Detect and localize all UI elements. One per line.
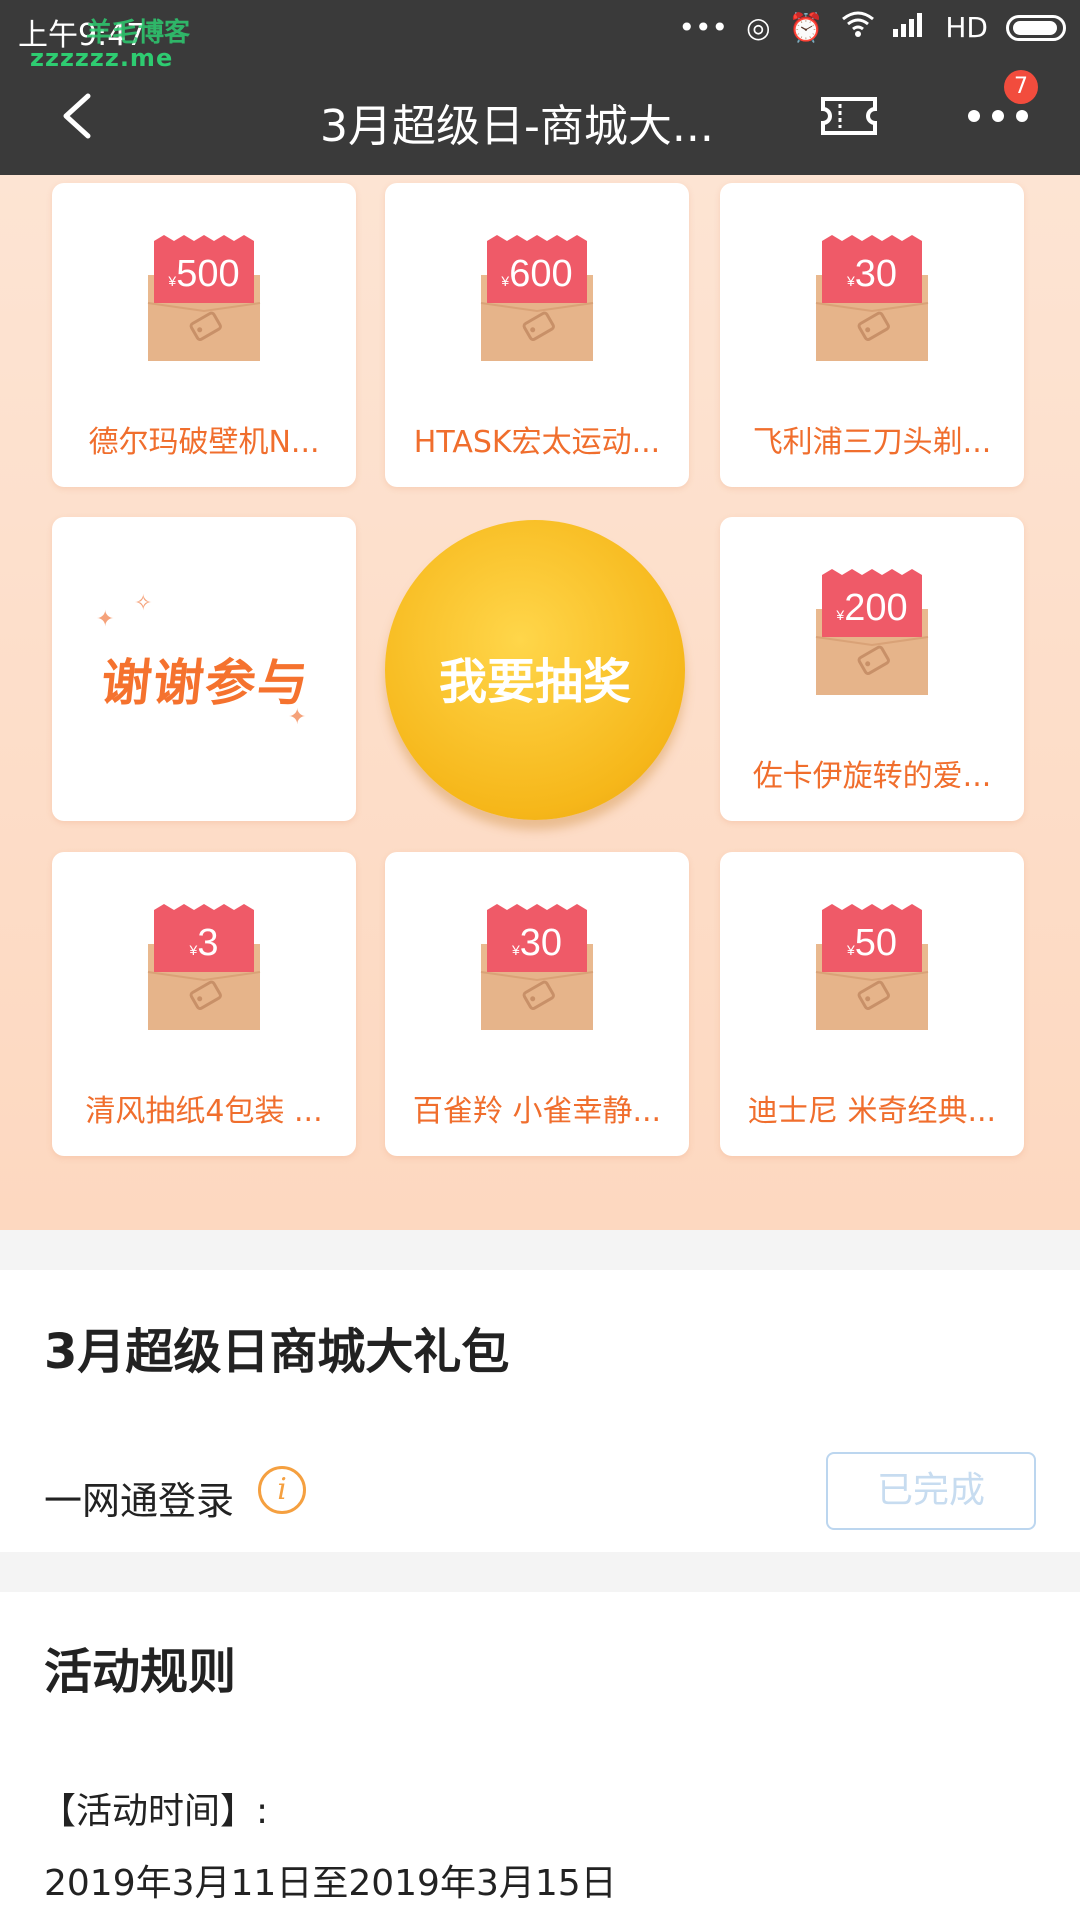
prize-label: 迪士尼 米奇经典... (747, 1094, 997, 1129)
prize-label: 百雀羚 小雀幸静... (412, 1094, 662, 1129)
red-envelope-icon: ¥30 (802, 233, 942, 373)
app-bar: 3月超级日-商城大... 7 (0, 58, 1080, 175)
prize-cell: ¥500 德尔玛破壁机N... (52, 183, 356, 487)
red-envelope-icon: ¥50 (802, 902, 942, 1042)
section-divider (0, 1552, 1080, 1592)
chevron-left-icon (63, 93, 91, 139)
prize-cell: ¥30 飞利浦三刀头剃... (720, 183, 1024, 487)
prize-amount: ¥3 (154, 922, 254, 965)
thanks-cell: ✦ ✧ 谢谢参与 ✦ (52, 517, 356, 821)
section-divider (0, 1230, 1080, 1270)
prize-amount: ¥30 (487, 922, 587, 965)
prize-label: 德尔玛破壁机N... (88, 425, 320, 460)
currency-symbol: ¥ (511, 942, 520, 958)
currency-symbol: ¥ (846, 942, 855, 958)
ticket-icon (821, 97, 877, 135)
currency-symbol: ¥ (846, 273, 855, 289)
prize-amount: ¥600 (487, 253, 587, 296)
alarm-icon: ⏰ (788, 11, 824, 44)
prize-cell: ¥600 HTASK宏太运动... (385, 183, 689, 487)
battery-icon (1006, 15, 1066, 41)
more-dots-icon: ••• (678, 11, 729, 44)
draw-button-label: 我要抽奖 (438, 654, 631, 710)
prize-cell: ¥200 佐卡伊旋转的爱... (720, 517, 1024, 821)
sparkle-icon: ✦ (288, 705, 307, 730)
status-icons: ••• ◎ ⏰ HD (679, 10, 1066, 46)
status-bar: 上午9:47 羊毛博客 zzzzzz.me ••• ◎ ⏰ HD (0, 0, 1080, 72)
prize-amount-value: 30 (519, 922, 563, 964)
notification-badge: 7 (1004, 70, 1038, 104)
task-status-button[interactable]: 已完成 (826, 1452, 1036, 1530)
prize-cell: ¥3 清风抽纸4包装 ... (52, 852, 356, 1156)
prize-amount: ¥200 (822, 587, 922, 630)
draw-button[interactable]: 我要抽奖 (385, 520, 685, 820)
prize-amount-value: 600 (509, 253, 573, 295)
thanks-text: 谢谢参与 (98, 654, 313, 712)
red-envelope-icon: ¥500 (134, 233, 274, 373)
package-title: 3月超级日商城大礼包 (44, 1324, 510, 1380)
sync-icon: ◎ (746, 11, 771, 44)
red-envelope-icon: ¥30 (467, 902, 607, 1042)
back-button[interactable] (52, 88, 108, 144)
prize-label: 佐卡伊旋转的爱... (752, 759, 992, 794)
prize-cell: ¥50 迪士尼 米奇经典... (720, 852, 1024, 1156)
red-envelope-icon: ¥600 (467, 233, 607, 373)
prize-amount-value: 3 (197, 922, 219, 964)
page-title: 3月超级日-商城大... (320, 101, 714, 152)
prize-label: HTASK宏太运动... (413, 425, 661, 460)
signal-icon (893, 10, 927, 46)
sparkle-icon: ✧ (134, 591, 153, 616)
prize-cell: ¥30 百雀羚 小雀幸静... (385, 852, 689, 1156)
rules-time-label: 【活动时间】: (40, 1791, 269, 1832)
task-label: 一网通登录 (44, 1479, 235, 1523)
more-button[interactable] (966, 104, 1030, 128)
prize-amount-value: 30 (854, 253, 898, 295)
rules-title: 活动规则 (44, 1644, 237, 1700)
prize-amount: ¥50 (822, 922, 922, 965)
prize-amount-value: 500 (176, 253, 240, 295)
network-type: HD (945, 11, 988, 44)
prize-amount-value: 50 (854, 922, 898, 964)
prize-amount-value: 200 (844, 587, 908, 629)
red-envelope-icon: ¥3 (134, 902, 274, 1042)
info-icon[interactable]: i (258, 1466, 306, 1514)
coupon-button[interactable] (820, 96, 878, 136)
lottery-grid: ¥500 德尔玛破壁机N... ¥600 HTASK宏太运动... ¥30 飞利浦三刀… (0, 175, 1080, 1230)
ellipsis-icon (968, 110, 1028, 122)
wifi-icon (841, 10, 875, 47)
prize-label: 飞利浦三刀头剃... (752, 425, 992, 460)
red-envelope-icon: ¥200 (802, 567, 942, 707)
rules-time-value: 2019年3月11日至2019年3月15日 (44, 1863, 617, 1904)
prize-amount: ¥30 (822, 253, 922, 296)
prize-label: 清风抽纸4包装 ... (85, 1094, 323, 1129)
prize-amount: ¥500 (154, 253, 254, 296)
sparkle-icon: ✦ (96, 607, 115, 632)
top-bar: 上午9:47 羊毛博客 zzzzzz.me ••• ◎ ⏰ HD 3月超级日-商… (0, 0, 1080, 175)
